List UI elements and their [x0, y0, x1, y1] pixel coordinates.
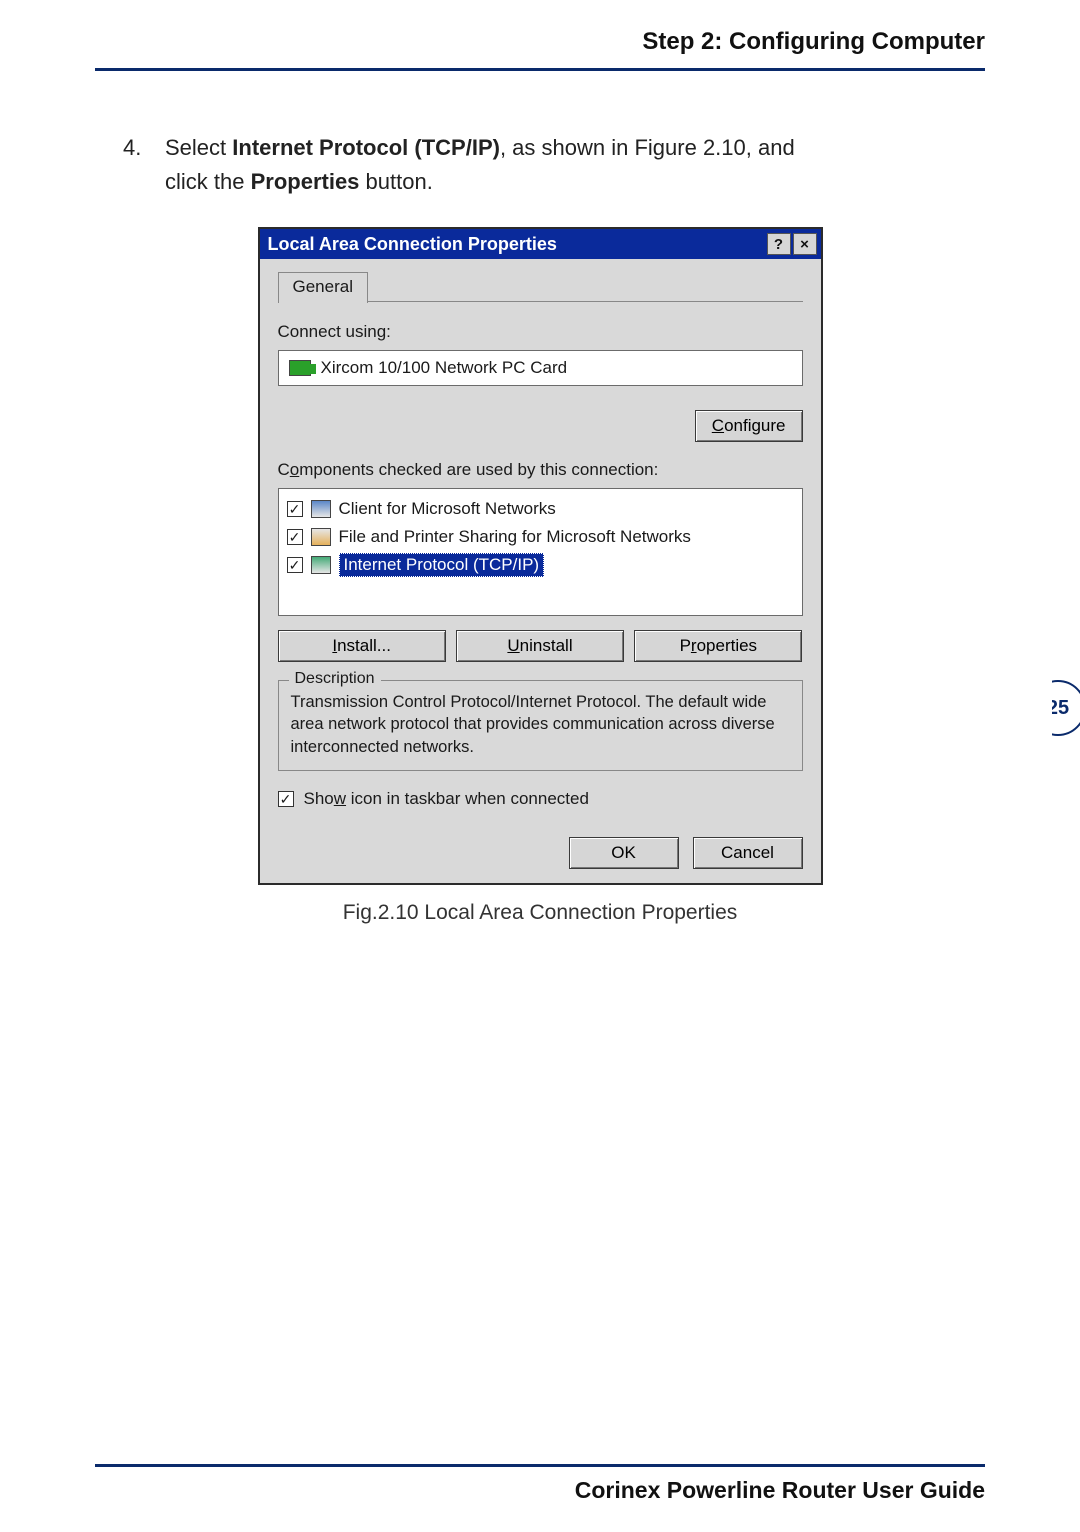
checkbox-icon[interactable]: ✓ [287, 501, 303, 517]
titlebar[interactable]: Local Area Connection Properties ? × [260, 229, 821, 259]
help-button[interactable]: ? [767, 233, 791, 255]
ok-button[interactable]: OK [569, 837, 679, 869]
tab-general[interactable]: General [278, 272, 368, 303]
footer-rule [95, 1464, 985, 1467]
checkbox-icon[interactable]: ✓ [287, 529, 303, 545]
close-button[interactable]: × [793, 233, 817, 255]
configure-button-label: onfigure [724, 416, 785, 435]
list-item-label: File and Printer Sharing for Microsoft N… [339, 527, 691, 547]
uninstall-button[interactable]: Uninstall [456, 630, 624, 662]
list-item[interactable]: ✓ File and Printer Sharing for Microsoft… [287, 523, 794, 551]
list-item-label: Client for Microsoft Networks [339, 499, 556, 519]
header-rule [95, 68, 985, 71]
cancel-button[interactable]: Cancel [693, 837, 803, 869]
page-header: Step 2: Configuring Computer [95, 28, 985, 56]
description-legend: Description [289, 670, 381, 688]
checkbox-icon[interactable]: ✓ [287, 557, 303, 573]
configure-button[interactable]: Configure [695, 410, 803, 442]
step-text: Select [165, 135, 232, 160]
description-group: Description Transmission Control Protoco… [278, 680, 803, 771]
connection-properties-dialog: Local Area Connection Properties ? × Gen… [258, 227, 823, 885]
step-text: button. [359, 169, 432, 194]
step-bold-tcpip: Internet Protocol (TCP/IP) [232, 135, 500, 160]
adapter-name: Xircom 10/100 Network PC Card [321, 358, 568, 378]
network-card-icon [289, 360, 311, 376]
step-text: , as shown in Figure 2.10, and [500, 135, 795, 160]
install-button[interactable]: Install... [278, 630, 446, 662]
list-item[interactable]: ✓ Client for Microsoft Networks [287, 495, 794, 523]
figure-caption: Fig.2.10 Local Area Connection Propertie… [258, 901, 823, 925]
step-text: click the [165, 169, 251, 194]
step-bold-properties: Properties [251, 169, 360, 194]
protocol-icon [311, 556, 331, 574]
list-item-label-selected: Internet Protocol (TCP/IP) [339, 553, 545, 577]
list-item[interactable]: ✓ Internet Protocol (TCP/IP) [287, 551, 794, 579]
components-label: Components checked are used by this conn… [278, 460, 803, 480]
properties-button[interactable]: Properties [634, 630, 802, 662]
client-icon [311, 500, 331, 518]
description-text: Transmission Control Protocol/Internet P… [291, 691, 790, 758]
footer-title: Corinex Powerline Router User Guide [95, 1477, 985, 1504]
components-listbox[interactable]: ✓ Client for Microsoft Networks ✓ File a… [278, 488, 803, 616]
connect-using-label: Connect using: [278, 322, 803, 342]
service-icon [311, 528, 331, 546]
page-number-badge: 25 [1030, 680, 1080, 736]
adapter-field: Xircom 10/100 Network PC Card [278, 350, 803, 386]
show-icon-label: Show icon in taskbar when connected [304, 789, 589, 809]
step-number: 4. [95, 131, 165, 165]
instruction-step: 4. Select Internet Protocol (TCP/IP), as… [95, 131, 985, 199]
show-icon-checkbox[interactable]: ✓ [278, 791, 294, 807]
dialog-title: Local Area Connection Properties [268, 234, 765, 255]
